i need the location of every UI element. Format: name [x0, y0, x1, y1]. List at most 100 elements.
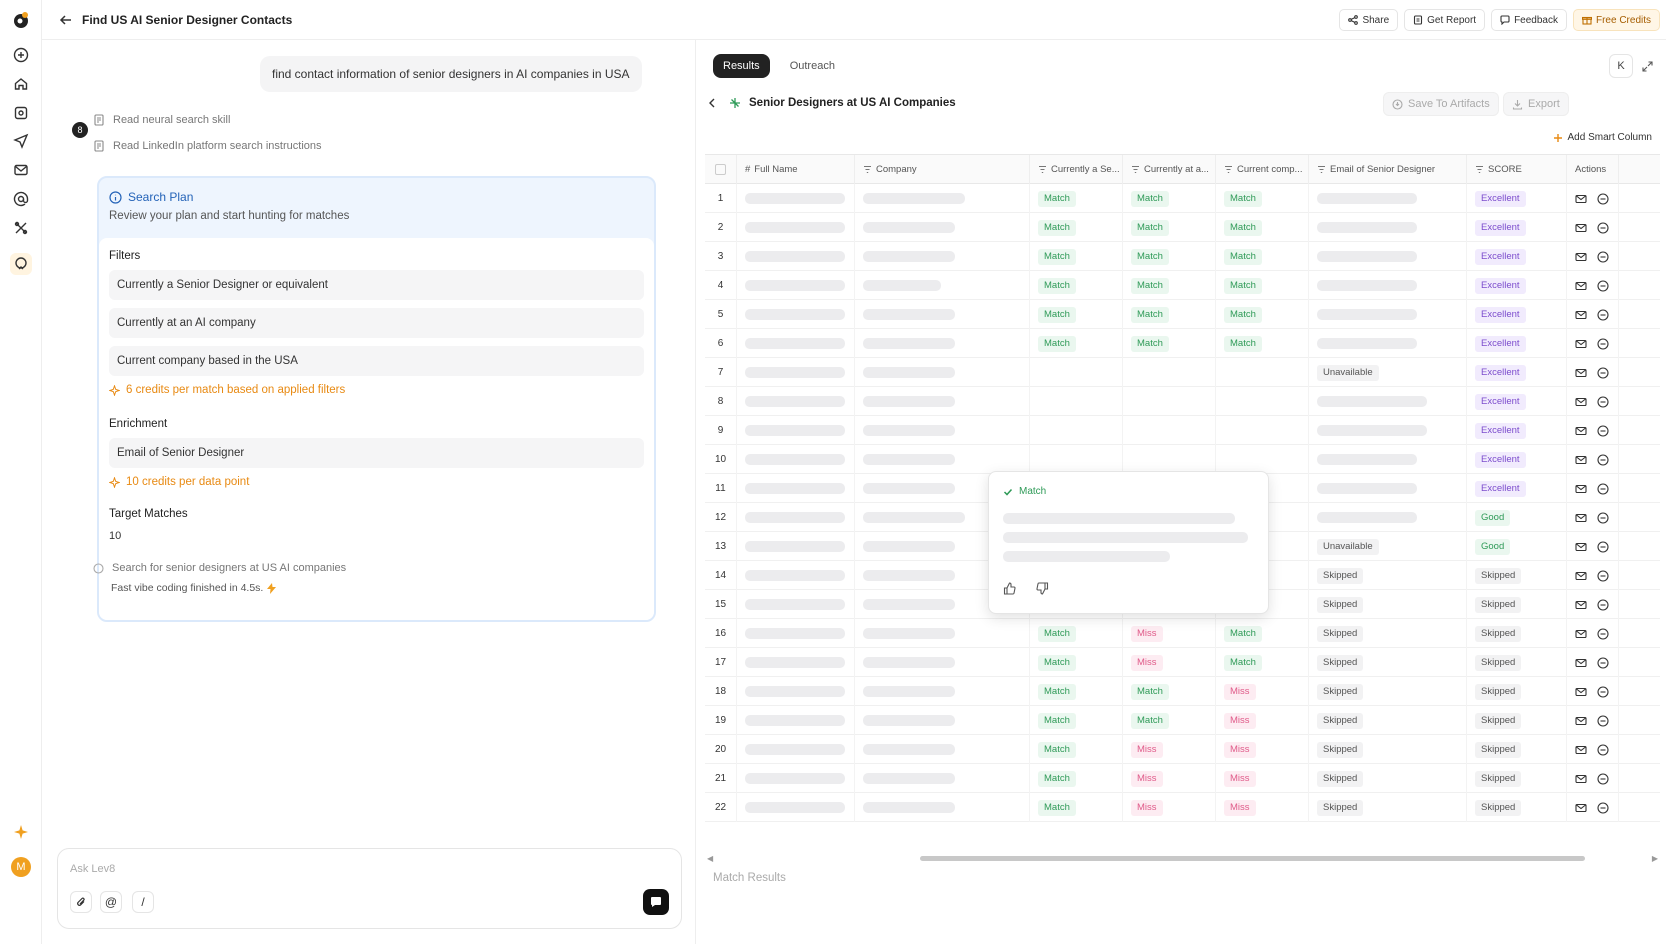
full-name-cell[interactable] — [737, 474, 855, 503]
criteria-cell[interactable]: Miss — [1123, 648, 1216, 677]
criteria-cell[interactable]: Match — [1123, 242, 1216, 271]
criteria-cell[interactable]: Match — [1216, 271, 1309, 300]
criteria-cell[interactable]: Match — [1123, 677, 1216, 706]
company-cell[interactable] — [855, 764, 1030, 793]
column-header-email[interactable]: Email of Senior Designer — [1309, 155, 1467, 184]
email-cell[interactable] — [1309, 242, 1467, 271]
full-name-cell[interactable] — [737, 300, 855, 329]
chevron-left-icon[interactable] — [705, 96, 719, 110]
criteria-cell[interactable] — [1216, 416, 1309, 445]
remove-icon[interactable] — [1597, 801, 1609, 814]
table-row[interactable]: 17 Match Miss Match Skipped Skipped — [705, 648, 1660, 677]
remove-icon[interactable] — [1597, 772, 1609, 785]
email-cell[interactable] — [1309, 474, 1467, 503]
email-cell[interactable] — [1309, 184, 1467, 213]
criteria-cell[interactable] — [1216, 358, 1309, 387]
email-cell[interactable] — [1309, 503, 1467, 532]
criteria-cell[interactable] — [1030, 416, 1123, 445]
feedback-button[interactable]: Feedback — [1491, 9, 1567, 31]
email-cell[interactable]: Skipped — [1309, 619, 1467, 648]
remove-icon[interactable] — [1597, 482, 1609, 495]
table-row[interactable]: 4 Match Match Match Excellent — [705, 271, 1660, 300]
score-cell[interactable]: Excellent — [1467, 358, 1567, 387]
criteria-cell[interactable]: Miss — [1123, 793, 1216, 822]
score-cell[interactable]: Skipped — [1467, 764, 1567, 793]
user-avatar[interactable]: M — [11, 857, 31, 877]
mention-icon[interactable] — [11, 189, 31, 209]
full-name-cell[interactable] — [737, 387, 855, 416]
score-cell[interactable]: Excellent — [1467, 242, 1567, 271]
email-cell[interactable]: Skipped — [1309, 706, 1467, 735]
full-name-cell[interactable] — [737, 213, 855, 242]
remove-icon[interactable] — [1597, 598, 1609, 611]
get-report-button[interactable]: Get Report — [1404, 9, 1486, 31]
mail-icon[interactable] — [1575, 773, 1587, 785]
company-cell[interactable] — [855, 358, 1030, 387]
share-button[interactable]: Share — [1339, 9, 1399, 31]
criteria-cell[interactable]: Match — [1123, 706, 1216, 735]
select-all-checkbox[interactable] — [705, 155, 737, 184]
remove-icon[interactable] — [1597, 714, 1609, 727]
mail-icon[interactable] — [1575, 744, 1587, 756]
criteria-cell[interactable]: Match — [1123, 184, 1216, 213]
criteria-cell[interactable] — [1123, 416, 1216, 445]
thumbs-down-icon[interactable] — [1036, 582, 1049, 595]
email-cell[interactable] — [1309, 387, 1467, 416]
mail-icon[interactable] — [1575, 599, 1587, 611]
company-cell[interactable] — [855, 387, 1030, 416]
table-row[interactable]: 2 Match Match Match Excellent — [705, 213, 1660, 242]
library-icon[interactable] — [11, 103, 31, 123]
mail-icon[interactable] — [1575, 251, 1587, 263]
criteria-cell[interactable] — [1123, 445, 1216, 474]
remove-icon[interactable] — [1597, 221, 1609, 234]
score-cell[interactable]: Skipped — [1467, 735, 1567, 764]
full-name-cell[interactable] — [737, 532, 855, 561]
table-row[interactable]: 19 Match Match Miss Skipped Skipped — [705, 706, 1660, 735]
score-cell[interactable]: Excellent — [1467, 184, 1567, 213]
remove-icon[interactable] — [1597, 627, 1609, 640]
remove-icon[interactable] — [1597, 337, 1609, 350]
criteria-cell[interactable]: Match — [1216, 184, 1309, 213]
enrichment-item[interactable]: Email of Senior Designer — [109, 438, 644, 468]
criteria-cell[interactable] — [1123, 358, 1216, 387]
criteria-cell[interactable] — [1030, 445, 1123, 474]
table-row[interactable]: 10 Excellent — [705, 445, 1660, 474]
tools-icon[interactable] — [11, 218, 31, 238]
criteria-cell[interactable]: Match — [1030, 706, 1123, 735]
criteria-cell[interactable]: Match — [1030, 329, 1123, 358]
table-row[interactable]: 7 Unavailable Excellent — [705, 358, 1660, 387]
full-name-cell[interactable] — [737, 358, 855, 387]
criteria-cell[interactable] — [1123, 387, 1216, 416]
company-cell[interactable] — [855, 706, 1030, 735]
remove-icon[interactable] — [1597, 250, 1609, 263]
free-credits-button[interactable]: Free Credits — [1572, 9, 1660, 31]
score-cell[interactable]: Good — [1467, 503, 1567, 532]
mail-icon[interactable] — [1575, 280, 1587, 292]
table-row[interactable]: 9 Excellent — [705, 416, 1660, 445]
column-header-ai-company[interactable]: Currently at a... — [1123, 155, 1216, 184]
full-name-cell[interactable] — [737, 271, 855, 300]
remove-icon[interactable] — [1597, 279, 1609, 292]
criteria-cell[interactable]: Match — [1216, 329, 1309, 358]
criteria-cell[interactable]: Match — [1216, 619, 1309, 648]
table-row[interactable]: 8 Excellent — [705, 387, 1660, 416]
criteria-cell[interactable]: Match — [1030, 735, 1123, 764]
criteria-cell[interactable]: Miss — [1123, 619, 1216, 648]
tab-outreach[interactable]: Outreach — [780, 54, 845, 78]
criteria-cell[interactable]: Match — [1030, 242, 1123, 271]
remove-icon[interactable] — [1597, 192, 1609, 205]
criteria-cell[interactable]: Miss — [1216, 706, 1309, 735]
table-row[interactable]: 6 Match Match Match Excellent — [705, 329, 1660, 358]
new-chat-icon[interactable] — [11, 45, 31, 65]
criteria-cell[interactable]: Match — [1123, 213, 1216, 242]
collapse-button[interactable]: K — [1609, 54, 1633, 78]
full-name-cell[interactable] — [737, 793, 855, 822]
table-row[interactable]: 21 Match Miss Miss Skipped Skipped — [705, 764, 1660, 793]
email-cell[interactable]: Skipped — [1309, 590, 1467, 619]
criteria-cell[interactable]: Match — [1123, 300, 1216, 329]
remove-icon[interactable] — [1597, 453, 1609, 466]
mention-button[interactable]: @ — [100, 891, 122, 913]
email-cell[interactable]: Skipped — [1309, 735, 1467, 764]
score-cell[interactable]: Good — [1467, 532, 1567, 561]
table-row[interactable]: 18 Match Match Miss Skipped Skipped — [705, 677, 1660, 706]
